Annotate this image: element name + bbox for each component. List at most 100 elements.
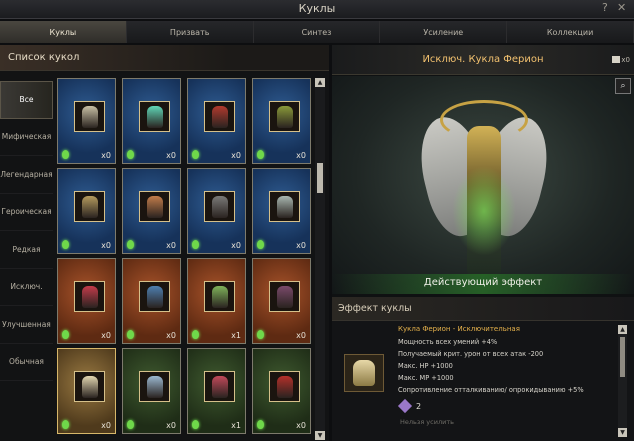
gem-icon bbox=[192, 240, 199, 249]
scroll-down-icon[interactable]: ▼ bbox=[315, 431, 325, 440]
effect-stat: Макс. HP +1000 bbox=[398, 362, 453, 370]
tab-synthesis[interactable]: Синтез bbox=[253, 21, 381, 43]
category-heroic[interactable]: Героическая bbox=[0, 194, 53, 231]
doll-card[interactable]: x0 bbox=[122, 258, 181, 344]
doll-detail-panel: Исключ. Кукла Ферион x0 ⌕ Действующий эф… bbox=[332, 45, 634, 441]
doll-portrait bbox=[269, 281, 300, 312]
doll-card[interactable]: x0 bbox=[252, 78, 311, 164]
scroll-up-icon[interactable]: ▲ bbox=[315, 78, 325, 87]
doll-list-panel: Список кукол Все Мифическая Легендарная … bbox=[0, 45, 329, 441]
doll-quantity: x0 bbox=[296, 241, 306, 250]
gem-icon bbox=[192, 150, 199, 159]
effect-stat: Мощность всех умений +4% bbox=[398, 338, 498, 346]
doll-portrait bbox=[139, 371, 170, 402]
doll-quantity: x0 bbox=[166, 151, 176, 160]
doll-quantity: x0 bbox=[296, 331, 306, 340]
gem-icon bbox=[257, 150, 264, 159]
gem-icon bbox=[62, 420, 69, 429]
doll-figure-icon bbox=[81, 285, 98, 308]
doll-card[interactable]: x0 bbox=[122, 168, 181, 254]
doll-card[interactable]: x0 bbox=[122, 78, 181, 164]
close-icon[interactable]: ✕ bbox=[617, 1, 626, 14]
tab-enhance[interactable]: Усиление bbox=[380, 21, 508, 43]
doll-name: Исключ. Кукла Ферион bbox=[422, 54, 544, 65]
cannot-enhance-label: Нельзя усилить bbox=[400, 418, 454, 426]
category-rare[interactable]: Редкая bbox=[0, 231, 53, 269]
doll-glow bbox=[452, 166, 516, 256]
doll-figure-icon bbox=[211, 105, 228, 128]
doll-card[interactable]: x1 bbox=[187, 258, 246, 344]
tab-collections[interactable]: Коллекции bbox=[507, 21, 634, 43]
tab-summon[interactable]: Призвать bbox=[126, 21, 254, 43]
doll-card[interactable]: x0 bbox=[57, 168, 116, 254]
doll-card[interactable]: x1 bbox=[187, 348, 246, 434]
tab-dolls[interactable]: Куклы bbox=[0, 21, 127, 43]
doll-quantity: x1 bbox=[231, 421, 241, 430]
gem-icon bbox=[127, 240, 134, 249]
doll-quantity: x0 bbox=[101, 421, 111, 430]
doll-effect-title: Эффект куклы bbox=[338, 303, 412, 314]
doll-list-scrollbar[interactable]: ▲ ▼ bbox=[315, 78, 325, 440]
doll-figure-icon bbox=[211, 195, 228, 218]
gem-icon bbox=[257, 330, 264, 339]
doll-preview: ⌕ Действующий эффект bbox=[332, 76, 634, 294]
category-mythic[interactable]: Мифическая bbox=[0, 119, 53, 156]
doll-figure-icon bbox=[146, 105, 163, 128]
doll-card[interactable]: x0 bbox=[57, 78, 116, 164]
category-all[interactable]: Все bbox=[0, 81, 53, 119]
doll-portrait bbox=[269, 191, 300, 222]
gem-icon bbox=[192, 420, 199, 429]
doll-count: x0 bbox=[621, 56, 630, 64]
scroll-down-icon[interactable]: ▼ bbox=[618, 428, 627, 437]
category-common[interactable]: Обычная bbox=[0, 344, 53, 381]
doll-portrait bbox=[204, 281, 235, 312]
doll-quantity: x0 bbox=[296, 151, 306, 160]
doll-figure-icon bbox=[146, 285, 163, 308]
scroll-thumb[interactable] bbox=[317, 163, 323, 193]
doll-card[interactable]: x0 bbox=[122, 348, 181, 434]
doll-portrait bbox=[139, 191, 170, 222]
doll-card[interactable]: x0 bbox=[252, 168, 311, 254]
gem-icon bbox=[192, 330, 199, 339]
category-legendary[interactable]: Легендарная bbox=[0, 156, 53, 194]
category-improved[interactable]: Улучшенная bbox=[0, 306, 53, 344]
doll-card[interactable]: x0 bbox=[252, 258, 311, 344]
bag-icon bbox=[612, 56, 620, 63]
gem-icon bbox=[127, 330, 134, 339]
doll-effect-info: Кукла Ферион - Исключительная Мощность в… bbox=[398, 325, 618, 398]
gem-icon bbox=[257, 420, 264, 429]
doll-effect-portrait bbox=[344, 354, 384, 392]
doll-card[interactable]: x0 bbox=[57, 258, 116, 344]
title-bar: Куклы ? ✕ bbox=[0, 0, 634, 19]
doll-card[interactable]: x0 bbox=[187, 168, 246, 254]
gem-icon bbox=[62, 330, 69, 339]
doll-quantity: x0 bbox=[101, 331, 111, 340]
doll-list-header: Список кукол bbox=[0, 45, 329, 71]
doll-figure-icon bbox=[211, 285, 228, 308]
scroll-up-icon[interactable]: ▲ bbox=[618, 325, 627, 334]
search-icon[interactable]: ⌕ bbox=[615, 78, 631, 94]
stack-count: 2 bbox=[416, 401, 422, 411]
category-exclusive[interactable]: Исключ. bbox=[0, 269, 53, 306]
doll-portrait bbox=[74, 281, 105, 312]
doll-portrait bbox=[269, 371, 300, 402]
question-icon[interactable]: ? bbox=[602, 1, 608, 14]
effect-stat: Сопротивление отталкиванию/ опрокидывани… bbox=[398, 386, 584, 394]
doll-card[interactable]: x0 bbox=[57, 348, 116, 434]
doll-card[interactable]: x0 bbox=[252, 348, 311, 434]
doll-list-title: Список кукол bbox=[8, 52, 80, 63]
gem-icon bbox=[62, 240, 69, 249]
doll-portrait bbox=[269, 101, 300, 132]
doll-figure-icon bbox=[211, 375, 228, 398]
gem-icon bbox=[257, 240, 264, 249]
scroll-thumb[interactable] bbox=[620, 337, 625, 377]
doll-portrait bbox=[139, 101, 170, 132]
doll-figure-icon bbox=[81, 375, 98, 398]
effect-scrollbar[interactable]: ▲ ▼ bbox=[618, 325, 627, 437]
star-icon bbox=[397, 398, 413, 414]
doll-figure-icon bbox=[81, 195, 98, 218]
doll-quantity: x0 bbox=[101, 151, 111, 160]
effect-stat: Получаемый крит. урон от всех атак -200 bbox=[398, 350, 544, 358]
doll-card[interactable]: x0 bbox=[187, 78, 246, 164]
active-effect-label: Действующий эффект bbox=[423, 277, 543, 288]
